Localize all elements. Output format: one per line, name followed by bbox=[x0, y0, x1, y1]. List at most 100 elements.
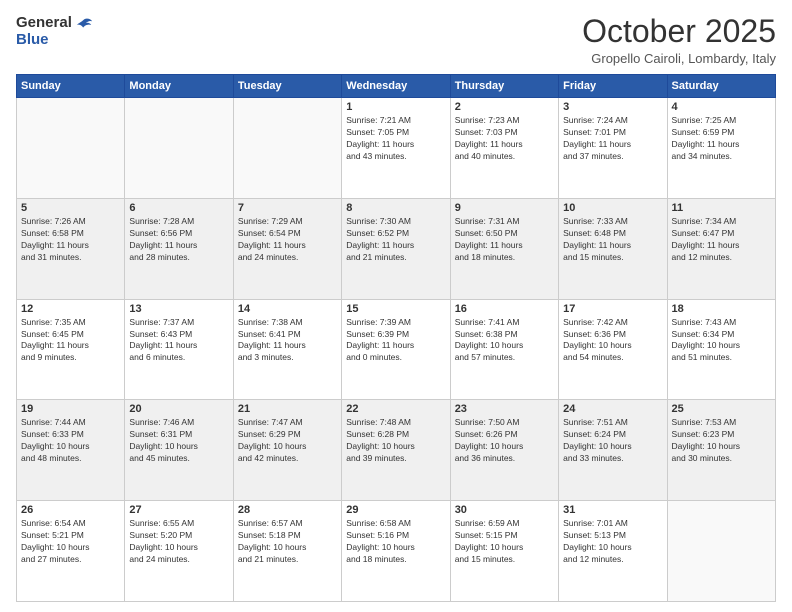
day-number: 9 bbox=[455, 202, 554, 214]
day-info: Sunrise: 7:33 AM Sunset: 6:48 PM Dayligh… bbox=[563, 216, 662, 264]
day-number: 1 bbox=[346, 101, 445, 113]
day-info: Sunrise: 7:01 AM Sunset: 5:13 PM Dayligh… bbox=[563, 518, 662, 566]
table-row: 15 Sunrise: 7:39 AM Sunset: 6:39 PM Dayli… bbox=[342, 299, 450, 400]
table-row: 24 Sunrise: 7:51 AM Sunset: 6:24 PM Dayli… bbox=[559, 400, 667, 501]
day-info: Sunrise: 7:37 AM Sunset: 6:43 PM Dayligh… bbox=[129, 317, 228, 365]
day-info: Sunrise: 6:55 AM Sunset: 5:20 PM Dayligh… bbox=[129, 518, 228, 566]
day-info: Sunrise: 7:44 AM Sunset: 6:33 PM Dayligh… bbox=[21, 417, 120, 465]
table-row: 10 Sunrise: 7:33 AM Sunset: 6:48 PM Dayli… bbox=[559, 198, 667, 299]
day-info: Sunrise: 7:24 AM Sunset: 7:01 PM Dayligh… bbox=[563, 115, 662, 163]
day-info: Sunrise: 7:30 AM Sunset: 6:52 PM Dayligh… bbox=[346, 216, 445, 264]
table-row: 28Sunrise: 6:57 AM Sunset: 5:18 PM Dayli… bbox=[233, 501, 341, 602]
day-number: 23 bbox=[455, 403, 554, 415]
day-number: 29 bbox=[346, 504, 445, 516]
logo-blue-text: Blue bbox=[16, 31, 49, 48]
table-row: 3 Sunrise: 7:24 AM Sunset: 7:01 PM Daylig… bbox=[559, 98, 667, 199]
table-row: 27 Sunrise: 6:55 AM Sunset: 5:20 PM Dayli… bbox=[125, 501, 233, 602]
table-row: 4Sunrise: 7:25 AM Sunset: 6:59 PM Daylig… bbox=[667, 98, 775, 199]
day-number: 19 bbox=[21, 403, 120, 415]
day-number: 27 bbox=[129, 504, 228, 516]
table-row: 8 Sunrise: 7:30 AM Sunset: 6:52 PM Daylig… bbox=[342, 198, 450, 299]
day-info: Sunrise: 7:39 AM Sunset: 6:39 PM Dayligh… bbox=[346, 317, 445, 365]
table-row: 12 Sunrise: 7:35 AM Sunset: 6:45 PM Dayli… bbox=[17, 299, 125, 400]
col-monday: Monday bbox=[125, 75, 233, 98]
table-row: 1 Sunrise: 7:21 AM Sunset: 7:05 PM Daylig… bbox=[342, 98, 450, 199]
title-area: October 2025 Gropello Cairoli, Lombardy,… bbox=[582, 14, 776, 66]
table-row: 2 Sunrise: 7:23 AM Sunset: 7:03 PM Daylig… bbox=[450, 98, 558, 199]
day-number: 15 bbox=[346, 303, 445, 315]
table-row bbox=[667, 501, 775, 602]
day-info: Sunrise: 7:29 AM Sunset: 6:54 PM Dayligh… bbox=[238, 216, 337, 264]
logo-bird-icon bbox=[75, 17, 93, 31]
week-row-2: 12 Sunrise: 7:35 AM Sunset: 6:45 PM Dayli… bbox=[17, 299, 776, 400]
table-row: 13 Sunrise: 7:37 AM Sunset: 6:43 PM Dayli… bbox=[125, 299, 233, 400]
calendar-table: Sunday Monday Tuesday Wednesday Thursday… bbox=[16, 74, 776, 602]
day-number: 7 bbox=[238, 202, 337, 214]
day-info: Sunrise: 7:53 AM Sunset: 6:23 PM Dayligh… bbox=[672, 417, 771, 465]
day-number: 31 bbox=[563, 504, 662, 516]
month-title: October 2025 bbox=[582, 14, 776, 49]
day-number: 11 bbox=[672, 202, 771, 214]
table-row bbox=[17, 98, 125, 199]
day-number: 12 bbox=[21, 303, 120, 315]
day-number: 2 bbox=[455, 101, 554, 113]
day-number: 8 bbox=[346, 202, 445, 214]
day-info: Sunrise: 7:34 AM Sunset: 6:47 PM Dayligh… bbox=[672, 216, 771, 264]
day-number: 10 bbox=[563, 202, 662, 214]
header: General Blue October 2025 Gropello Cairo… bbox=[16, 14, 776, 66]
day-info: Sunrise: 6:54 AM Sunset: 5:21 PM Dayligh… bbox=[21, 518, 120, 566]
day-info: Sunrise: 7:41 AM Sunset: 6:38 PM Dayligh… bbox=[455, 317, 554, 365]
day-number: 3 bbox=[563, 101, 662, 113]
table-row: 19 Sunrise: 7:44 AM Sunset: 6:33 PM Dayli… bbox=[17, 400, 125, 501]
day-number: 20 bbox=[129, 403, 228, 415]
day-info: Sunrise: 7:43 AM Sunset: 6:34 PM Dayligh… bbox=[672, 317, 771, 365]
week-row-1: 5 Sunrise: 7:26 AM Sunset: 6:58 PM Daylig… bbox=[17, 198, 776, 299]
day-info: Sunrise: 7:23 AM Sunset: 7:03 PM Dayligh… bbox=[455, 115, 554, 163]
day-info: Sunrise: 7:51 AM Sunset: 6:24 PM Dayligh… bbox=[563, 417, 662, 465]
location: Gropello Cairoli, Lombardy, Italy bbox=[582, 51, 776, 66]
page: General Blue October 2025 Gropello Cairo… bbox=[0, 0, 792, 612]
col-sunday: Sunday bbox=[17, 75, 125, 98]
logo: General Blue bbox=[16, 14, 93, 48]
day-number: 25 bbox=[672, 403, 771, 415]
col-friday: Friday bbox=[559, 75, 667, 98]
table-row: 21Sunrise: 7:47 AM Sunset: 6:29 PM Dayli… bbox=[233, 400, 341, 501]
day-number: 24 bbox=[563, 403, 662, 415]
day-number: 22 bbox=[346, 403, 445, 415]
day-info: Sunrise: 7:47 AM Sunset: 6:29 PM Dayligh… bbox=[238, 417, 337, 465]
table-row: 6Sunrise: 7:28 AM Sunset: 6:56 PM Daylig… bbox=[125, 198, 233, 299]
table-row: 31 Sunrise: 7:01 AM Sunset: 5:13 PM Dayli… bbox=[559, 501, 667, 602]
day-number: 4 bbox=[672, 101, 771, 113]
day-info: Sunrise: 7:21 AM Sunset: 7:05 PM Dayligh… bbox=[346, 115, 445, 163]
day-info: Sunrise: 7:42 AM Sunset: 6:36 PM Dayligh… bbox=[563, 317, 662, 365]
table-row: 14 Sunrise: 7:38 AM Sunset: 6:41 PM Dayli… bbox=[233, 299, 341, 400]
table-row: 9 Sunrise: 7:31 AM Sunset: 6:50 PM Daylig… bbox=[450, 198, 558, 299]
day-number: 17 bbox=[563, 303, 662, 315]
col-thursday: Thursday bbox=[450, 75, 558, 98]
week-row-3: 19 Sunrise: 7:44 AM Sunset: 6:33 PM Dayli… bbox=[17, 400, 776, 501]
day-info: Sunrise: 7:28 AM Sunset: 6:56 PM Dayligh… bbox=[129, 216, 228, 264]
table-row bbox=[233, 98, 341, 199]
day-number: 13 bbox=[129, 303, 228, 315]
day-number: 5 bbox=[21, 202, 120, 214]
day-number: 26 bbox=[21, 504, 120, 516]
table-row: 25 Sunrise: 7:53 AM Sunset: 6:23 PM Dayli… bbox=[667, 400, 775, 501]
day-info: Sunrise: 6:57 AM Sunset: 5:18 PM Dayligh… bbox=[238, 518, 337, 566]
table-row: 16 Sunrise: 7:41 AM Sunset: 6:38 PM Dayli… bbox=[450, 299, 558, 400]
day-info: Sunrise: 7:38 AM Sunset: 6:41 PM Dayligh… bbox=[238, 317, 337, 365]
table-row: 22Sunrise: 7:48 AM Sunset: 6:28 PM Dayli… bbox=[342, 400, 450, 501]
day-info: Sunrise: 7:26 AM Sunset: 6:58 PM Dayligh… bbox=[21, 216, 120, 264]
day-number: 14 bbox=[238, 303, 337, 315]
day-info: Sunrise: 7:50 AM Sunset: 6:26 PM Dayligh… bbox=[455, 417, 554, 465]
table-row: 29 Sunrise: 6:58 AM Sunset: 5:16 PM Dayli… bbox=[342, 501, 450, 602]
day-info: Sunrise: 6:58 AM Sunset: 5:16 PM Dayligh… bbox=[346, 518, 445, 566]
logo-general-text: General bbox=[16, 14, 72, 31]
day-info: Sunrise: 7:35 AM Sunset: 6:45 PM Dayligh… bbox=[21, 317, 120, 365]
col-saturday: Saturday bbox=[667, 75, 775, 98]
week-row-4: 26 Sunrise: 6:54 AM Sunset: 5:21 PM Dayli… bbox=[17, 501, 776, 602]
table-row: 26 Sunrise: 6:54 AM Sunset: 5:21 PM Dayli… bbox=[17, 501, 125, 602]
day-info: Sunrise: 7:31 AM Sunset: 6:50 PM Dayligh… bbox=[455, 216, 554, 264]
table-row: 20Sunrise: 7:46 AM Sunset: 6:31 PM Dayli… bbox=[125, 400, 233, 501]
table-row: 23 Sunrise: 7:50 AM Sunset: 6:26 PM Dayli… bbox=[450, 400, 558, 501]
day-number: 16 bbox=[455, 303, 554, 315]
